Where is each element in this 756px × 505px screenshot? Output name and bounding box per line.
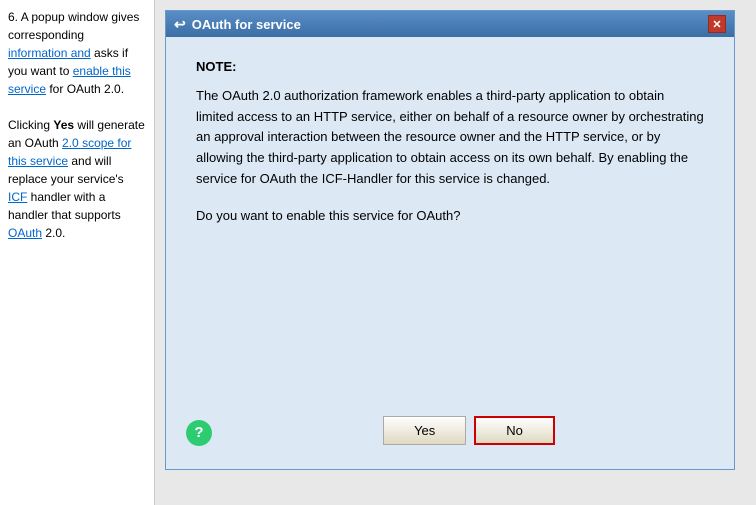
dialog-footer: ? Yes No <box>166 406 734 469</box>
sidebar-link-information[interactable]: information and <box>8 46 91 60</box>
dialog-titlebar: ↩ OAuth for service ✕ <box>166 11 734 37</box>
dialog-buttons: Yes No <box>224 416 714 449</box>
dialog-title-icon: ↩ <box>174 16 186 33</box>
yes-button[interactable]: Yes <box>383 416 466 445</box>
sidebar-link-enable[interactable]: enable this service <box>8 64 131 96</box>
titlebar-left: ↩ OAuth for service <box>174 16 301 33</box>
dialog-close-button[interactable]: ✕ <box>708 15 726 33</box>
dialog-title: OAuth for service <box>192 17 301 32</box>
oauth-dialog: ↩ OAuth for service ✕ NOTE: The OAuth 2.… <box>165 10 735 470</box>
sidebar-link-oauth[interactable]: OAuth <box>8 226 42 240</box>
sidebar-yes-label: Yes <box>53 118 74 132</box>
sidebar-link-scope[interactable]: 2.0 scope for this service <box>8 136 131 168</box>
dialog-body: NOTE: The OAuth 2.0 authorization framew… <box>166 37 734 406</box>
no-button[interactable]: No <box>474 416 555 445</box>
step-number: 6. <box>8 10 18 24</box>
dialog-body-text: The OAuth 2.0 authorization framework en… <box>196 86 704 190</box>
main-area: ↩ OAuth for service ✕ NOTE: The OAuth 2.… <box>155 0 756 505</box>
sidebar-link-icf[interactable]: ICF <box>8 190 27 204</box>
note-label: NOTE: <box>196 57 704 78</box>
sidebar: 6. A popup window gives corresponding in… <box>0 0 155 505</box>
dialog-question: Do you want to enable this service for O… <box>196 206 704 227</box>
help-icon: ? <box>186 420 212 446</box>
